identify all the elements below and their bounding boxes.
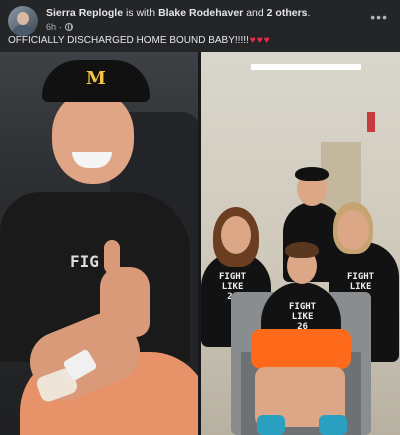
post-caption: OFFICIALLY DISCHARGED HOME BOUND BABY!!!… <box>8 35 270 46</box>
more-options-icon[interactable]: ••• <box>370 9 388 25</box>
and-text: and <box>246 7 264 19</box>
tagged-others[interactable]: 2 others <box>267 7 308 19</box>
photo-selfie[interactable]: M FIG <box>0 52 198 435</box>
photo-group[interactable]: FIGHT LIKE 26 FIGHT LIKE 26 FIGHT LIKE 2… <box>201 52 400 435</box>
tee-print-3: FIGHT LIKE 26 <box>289 302 317 332</box>
caption-text: OFFICIALLY DISCHARGED HOME BOUND BABY!!!… <box>8 35 249 46</box>
tagged-person[interactable]: Blake Rodehaver <box>158 7 243 19</box>
author-name[interactable]: Sierra Replogle <box>46 7 123 19</box>
author-line: Sierra Replogle is with Blake Rodehaver … <box>46 7 310 19</box>
globe-icon <box>65 23 74 31</box>
heart-emoji-2: ♥ <box>256 35 263 46</box>
with-text: is with <box>125 7 156 19</box>
facebook-post: Sierra Replogle is with Blake Rodehaver … <box>0 0 400 435</box>
post-meta: 6h · <box>46 22 74 32</box>
heart-emoji-1: ♥ <box>249 35 256 46</box>
period: . <box>307 7 311 19</box>
author-avatar[interactable] <box>8 6 38 36</box>
shirt-print: FIG <box>70 252 99 271</box>
photo-grid: M FIG FIGHT LIKE 26 <box>0 52 400 435</box>
meta-separator: · <box>59 22 63 32</box>
post-header: Sierra Replogle is with Blake Rodehaver … <box>8 6 392 38</box>
heart-emoji-3: ♥ <box>263 35 270 46</box>
post-time[interactable]: 6h <box>46 22 56 32</box>
